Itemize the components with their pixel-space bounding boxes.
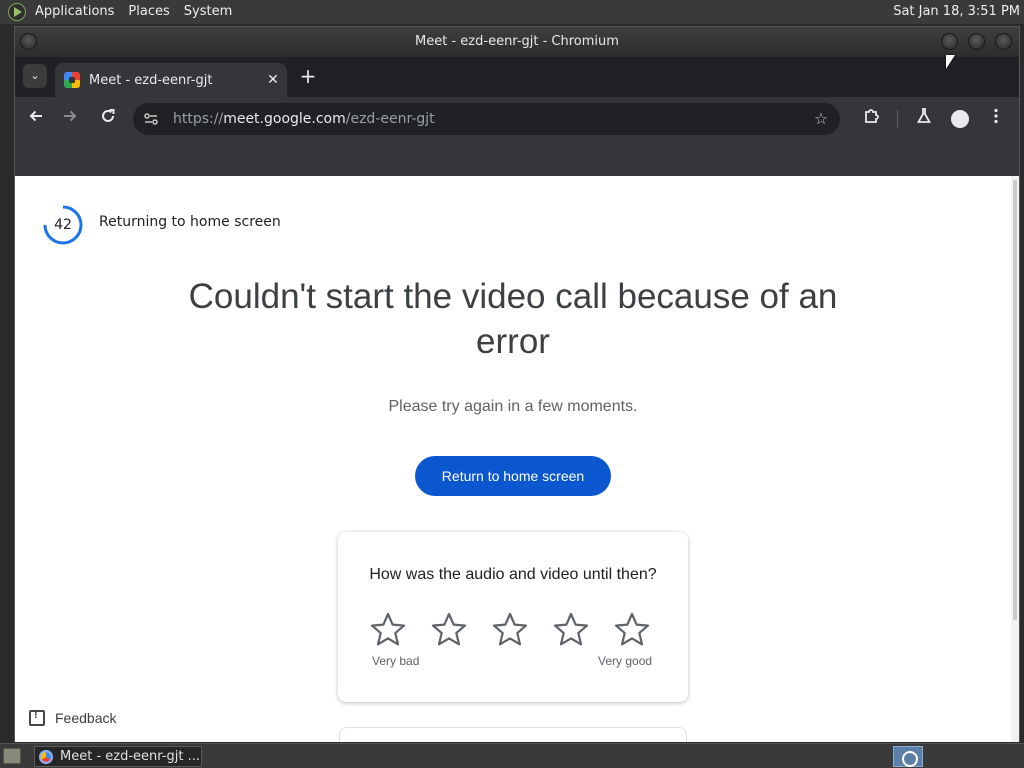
extensions-button[interactable]	[860, 107, 884, 131]
countdown-ring: 42	[42, 204, 84, 246]
tab-strip: ⌄ Meet - ezd-eenr-gjt ✕ +	[15, 57, 1019, 97]
window-title: Meet - ezd-eenr-gjt - Chromium	[415, 34, 619, 49]
star-4-icon[interactable]	[551, 610, 591, 650]
url-host: meet.google.com	[223, 111, 346, 127]
minimize-button[interactable]	[941, 33, 958, 50]
countdown-label: Returning to home screen	[99, 214, 281, 230]
star-2-icon[interactable]	[429, 610, 469, 650]
forward-button[interactable]	[58, 107, 82, 131]
error-heading: Couldn't start the video call because of…	[188, 277, 838, 361]
url-text[interactable]: https://meet.google.com/ezd-eenr-gjt	[173, 103, 435, 135]
site-info-icon[interactable]	[143, 111, 159, 127]
show-desktop-icon[interactable]	[3, 748, 21, 764]
countdown-number: 42	[54, 217, 72, 233]
reload-icon	[102, 109, 115, 122]
chevron-down-icon: ⌄	[30, 69, 40, 82]
page-scrollbar[interactable]	[1011, 176, 1019, 742]
kebab-menu-icon	[994, 108, 998, 124]
scrollbar-thumb[interactable]	[1013, 180, 1017, 620]
close-window-button[interactable]	[995, 33, 1012, 50]
tab-close-icon[interactable]: ✕	[263, 72, 283, 88]
applications-logo-icon[interactable]	[8, 3, 26, 21]
rating-question: How was the audio and video until then?	[369, 566, 657, 583]
browser-window: Meet - ezd-eenr-gjt - Chromium ⌄ Meet - …	[14, 26, 1020, 742]
return-home-button[interactable]: Return to home screen	[415, 456, 611, 496]
toolbar-divider	[897, 110, 898, 128]
flask-icon	[916, 108, 932, 123]
bookmark-star-icon[interactable]: ☆	[810, 108, 832, 130]
profile-icon	[951, 110, 969, 128]
rating-low-label: Very bad	[372, 654, 420, 668]
window-titlebar[interactable]: Meet - ezd-eenr-gjt - Chromium	[15, 27, 1019, 57]
arrow-right-icon	[64, 110, 77, 122]
bottom-panel: Meet - ezd-eenr-gjt ...	[0, 743, 1024, 768]
mouse-cursor-icon	[946, 55, 955, 69]
url-path: /ezd-eenr-gjt	[345, 111, 435, 127]
tab-title: Meet - ezd-eenr-gjt	[89, 72, 213, 88]
puzzle-icon	[865, 109, 879, 123]
feedback-link[interactable]: Feedback	[29, 708, 116, 728]
maximize-button[interactable]	[968, 33, 985, 50]
meet-error-page: 42 Returning to home screen Couldn't sta…	[15, 176, 1019, 742]
feedback-label: Feedback	[55, 710, 117, 726]
tab-meet[interactable]: Meet - ezd-eenr-gjt ✕	[55, 63, 287, 97]
url-scheme: https://	[173, 111, 224, 127]
arrow-left-icon	[29, 110, 42, 122]
rating-card: How was the audio and video until then? …	[338, 532, 688, 702]
rating-high-label: Very good	[598, 654, 653, 668]
star-1-icon[interactable]	[368, 610, 408, 650]
error-subtext: Please try again in a few moments.	[388, 398, 638, 415]
profile-button[interactable]	[948, 107, 972, 131]
taskbar-label: Meet - ezd-eenr-gjt ...	[60, 749, 200, 764]
bookmarks-bar	[15, 141, 1019, 176]
feedback-icon	[29, 709, 45, 726]
new-tab-button[interactable]: +	[297, 65, 319, 87]
star-3-icon[interactable]	[490, 610, 530, 650]
top-panel: Applications Places System Sat Jan 18, 3…	[0, 0, 1024, 24]
menu-places[interactable]: Places	[121, 0, 176, 24]
browser-toolbar: https://meet.google.com/ezd-eenr-gjt ☆	[15, 97, 1019, 141]
star-rating	[368, 610, 668, 650]
taskbar-chromium-window[interactable]: Meet - ezd-eenr-gjt ...	[34, 746, 202, 767]
address-bar[interactable]: https://meet.google.com/ezd-eenr-gjt ☆	[133, 103, 840, 135]
star-5-icon[interactable]	[612, 610, 652, 650]
menu-applications[interactable]: Applications	[28, 0, 121, 24]
chromium-icon	[39, 749, 53, 764]
window-menu-button[interactable]	[20, 33, 37, 50]
panel-clock[interactable]: Sat Jan 18, 3:51 PM	[893, 0, 1020, 24]
reload-button[interactable]	[96, 107, 120, 131]
back-button[interactable]	[24, 107, 48, 131]
browser-menu-button[interactable]	[984, 107, 1008, 131]
menu-system[interactable]: System	[177, 0, 239, 24]
secondary-card	[339, 727, 687, 742]
meet-favicon-icon	[64, 72, 80, 88]
tab-search-button[interactable]: ⌄	[23, 64, 47, 88]
workspace-switcher-icon[interactable]	[893, 746, 923, 767]
labs-button[interactable]	[912, 107, 936, 131]
